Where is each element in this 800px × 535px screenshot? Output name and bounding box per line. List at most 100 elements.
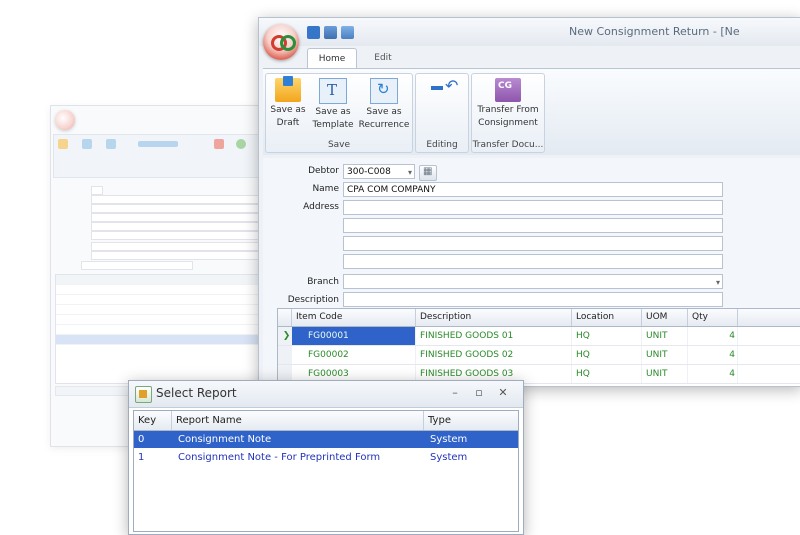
cell-qty[interactable]: 4 (688, 327, 738, 345)
cell-uom[interactable]: UNIT (642, 365, 688, 383)
description-label: Description (287, 295, 339, 305)
address-label: Address (303, 202, 339, 212)
tab-edit[interactable]: Edit (363, 48, 403, 68)
background-name-field (91, 195, 263, 204)
list-item[interactable]: 0 Consignment Note System (134, 431, 518, 448)
app-orb-icon (55, 110, 75, 130)
background-description-field (91, 251, 263, 260)
cell-uom[interactable]: UNIT (642, 346, 688, 364)
app-logo-icon-2 (280, 35, 296, 51)
background-address-field-3 (91, 222, 263, 231)
debtor-value: 300-C008 (347, 167, 391, 177)
cell-description[interactable]: FINISHED GOODS 01 (416, 327, 572, 345)
minimize-icon[interactable]: – (447, 385, 463, 401)
app-menu-button[interactable] (263, 24, 299, 60)
debtor-lookup-icon[interactable] (419, 165, 437, 181)
address-line-2-field[interactable] (343, 218, 723, 233)
column-report-name[interactable]: Report Name (172, 411, 424, 430)
quick-access-toolbar (307, 24, 354, 40)
column-description[interactable]: Description (416, 309, 572, 326)
branch-label: Branch (307, 277, 339, 287)
chevron-down-icon[interactable]: ▾ (716, 275, 720, 288)
ribbon: Save as Draft Save as Template Save as R… (263, 68, 800, 155)
column-item-code[interactable]: Item Code (292, 309, 416, 326)
report-type: System (430, 452, 468, 463)
report-type: System (430, 434, 468, 445)
cell-location[interactable]: HQ (572, 365, 642, 383)
save-group: Save as Draft Save as Template Save as R… (265, 73, 413, 153)
cell-location[interactable]: HQ (572, 327, 642, 345)
save-as-template-label-1: Save as (315, 107, 351, 117)
background-branch-field (91, 242, 263, 251)
chevron-down-icon[interactable]: ▾ (408, 165, 412, 178)
transfer-label-2: Consignment (478, 118, 538, 128)
column-qty[interactable]: Qty (688, 309, 738, 326)
address-line-3-field[interactable] (343, 236, 723, 251)
title-bar: New Consignment Return - [Ne (259, 18, 800, 46)
template-icon (319, 78, 347, 104)
cell-qty[interactable]: 4 (688, 346, 738, 364)
close-icon[interactable]: ✕ (495, 385, 511, 401)
background-barcode-field (81, 261, 193, 270)
cell-item-code[interactable]: FG00001 (292, 327, 416, 345)
print-icon[interactable] (324, 25, 337, 39)
report-list: Key Report Name Type 0 Consignment Note … (133, 410, 519, 532)
column-uom[interactable]: UOM (642, 309, 688, 326)
save-as-draft-label-1: Save as (270, 105, 306, 115)
report-name: Consignment Note - For Preprinted Form (178, 452, 381, 463)
transfer-icon (495, 78, 521, 102)
column-type[interactable]: Type (424, 411, 518, 430)
transfer-group: Transfer From Consignment Transfer Docu.… (471, 73, 545, 153)
table-row[interactable]: FG00002 FINISHED GOODS 02 HQ UNIT 4 (278, 346, 800, 365)
save-as-template-label-2: Template (312, 120, 354, 130)
address-line-1-field[interactable] (343, 200, 723, 215)
save-as-template-button[interactable]: Save as Template (310, 78, 356, 136)
cell-location[interactable]: HQ (572, 346, 642, 364)
name-field[interactable]: CPA COM COMPANY (343, 182, 723, 197)
debtor-field[interactable]: 300-C008 ▾ (343, 164, 415, 179)
transfer-label-1: Transfer From (477, 105, 539, 115)
background-debtor-field (91, 186, 103, 195)
cell-item-code[interactable]: FG00002 (292, 346, 416, 364)
list-item[interactable]: 1 Consignment Note - For Preprinted Form… (134, 449, 518, 466)
recurrence-icon (370, 78, 398, 104)
maximize-icon[interactable]: ▫ (471, 385, 487, 401)
dialog-title: Select Report (156, 386, 237, 400)
grid-header: Item Code Description Location UOM Qty (278, 309, 800, 327)
row-pointer-icon: ❯ (278, 327, 292, 345)
background-grid (55, 274, 267, 384)
recurrence-icon (106, 139, 116, 149)
report-icon (135, 386, 152, 403)
save-as-recurrence-label-2: Recurrence (358, 120, 410, 130)
address-line-4-field[interactable] (343, 254, 723, 269)
background-address-field-4 (91, 231, 263, 240)
branch-field[interactable]: ▾ (343, 274, 723, 289)
dialog-title-bar: Select Report – ▫ ✕ (129, 381, 523, 408)
row-indicator-header (278, 309, 292, 326)
save-draft-icon (275, 76, 301, 102)
save-as-recurrence-button[interactable]: Save as Recurrence (358, 78, 410, 136)
preview-icon[interactable] (341, 25, 354, 39)
editing-button[interactable] (424, 76, 460, 136)
description-field[interactable] (343, 292, 723, 307)
table-row[interactable]: ❯ FG00001 FINISHED GOODS 01 HQ UNIT 4 (278, 327, 800, 346)
consignment-return-window: New Consignment Return - [Ne Home Edit S… (258, 17, 800, 387)
column-location[interactable]: Location (572, 309, 642, 326)
save-as-draft-label-2: Draft (276, 118, 300, 128)
editing-group-caption: Editing (426, 140, 458, 150)
save-icon[interactable] (307, 25, 320, 39)
cell-description[interactable]: FINISHED GOODS 02 (416, 346, 572, 364)
column-key[interactable]: Key (134, 411, 172, 430)
transfer-from-consignment-button[interactable]: Transfer From Consignment (474, 78, 542, 136)
save-as-draft-button[interactable]: Save as Draft (268, 76, 308, 136)
document-form: Debtor 300-C008 ▾ Name CPA COM COMPANY A… (263, 158, 800, 386)
report-key: 0 (138, 434, 145, 445)
background-address-field (91, 204, 263, 213)
background-address-field-2 (91, 213, 263, 222)
cell-qty[interactable]: 4 (688, 365, 738, 383)
tab-home[interactable]: Home (307, 48, 357, 69)
debtor-label: Debtor (308, 166, 339, 176)
report-list-header: Key Report Name Type (134, 411, 518, 431)
cell-uom[interactable]: UNIT (642, 327, 688, 345)
save-as-recurrence-label-1: Save as (366, 107, 402, 117)
